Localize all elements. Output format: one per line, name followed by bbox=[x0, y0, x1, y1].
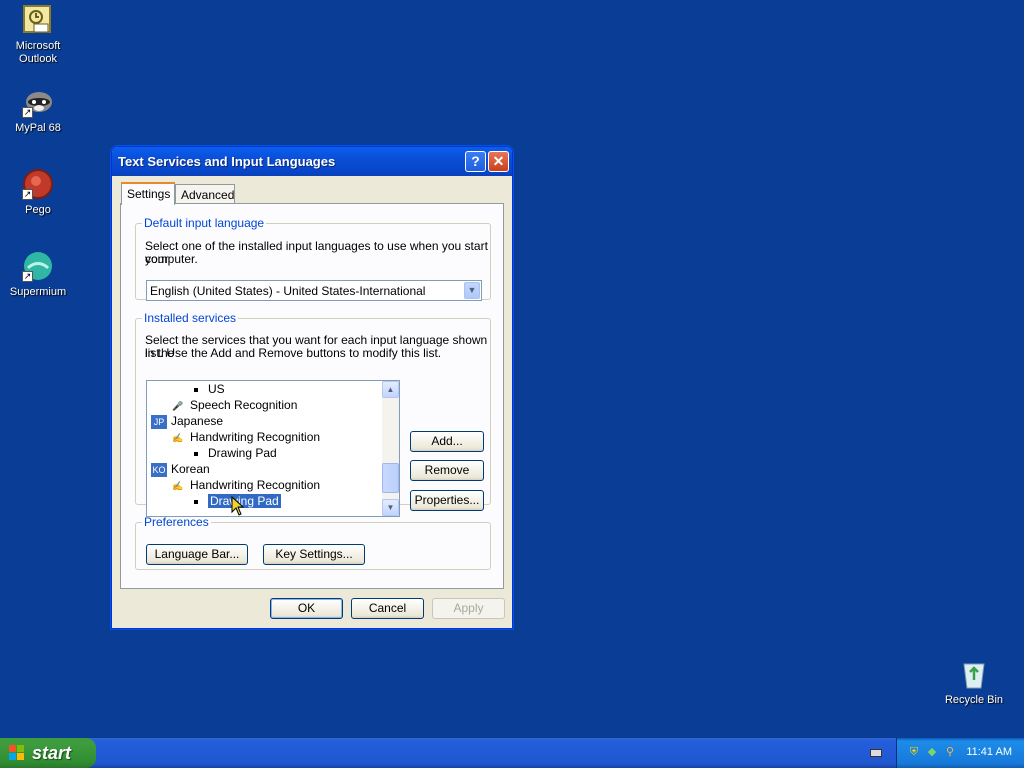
language-badge-jp: JP bbox=[151, 414, 167, 429]
default-language-dropdown[interactable]: English (United States) - United States-… bbox=[146, 280, 482, 301]
start-button[interactable]: start bbox=[0, 738, 96, 768]
list-item[interactable]: ✍ Handwriting Recognition bbox=[170, 477, 320, 493]
desktop-icon-recycle-bin[interactable]: Recycle Bin bbox=[936, 658, 1012, 707]
tab-settings[interactable]: Settings bbox=[121, 182, 175, 205]
installed-services-description-line2: list. Use the Add and Remove buttons to … bbox=[145, 346, 442, 360]
start-label: start bbox=[32, 743, 72, 763]
desktop-icon-supermium[interactable]: ↗ Supermium bbox=[0, 250, 76, 299]
help-button[interactable]: ? bbox=[465, 151, 486, 172]
desktop-icon-label: Supermium bbox=[9, 286, 67, 298]
bullet-icon bbox=[194, 451, 198, 456]
keyboard-language-icon[interactable] bbox=[870, 749, 882, 757]
language-bar-button[interactable]: Language Bar... bbox=[146, 544, 248, 565]
mypal-raccoon-icon: ↗ bbox=[22, 86, 54, 118]
text-services-dialog: Text Services and Input Languages ? ✕ Se… bbox=[111, 146, 513, 629]
recycle-bin-icon bbox=[958, 658, 990, 690]
pen-icon: ✍ bbox=[172, 480, 184, 491]
key-settings-button[interactable]: Key Settings... bbox=[263, 544, 365, 565]
scroll-up-icon[interactable]: ▲ bbox=[382, 381, 399, 398]
default-language-legend: Default input language bbox=[144, 216, 265, 230]
list-item[interactable]: Drawing Pad bbox=[194, 445, 277, 461]
scroll-thumb[interactable] bbox=[382, 463, 399, 493]
desktop-icon-mypal[interactable]: ↗ MyPal 68 bbox=[0, 86, 76, 135]
list-item-label: Korean bbox=[171, 462, 210, 476]
bullet-icon bbox=[194, 499, 198, 504]
installed-services-group: Installed services Select the services t… bbox=[135, 311, 491, 517]
shortcut-arrow-icon: ↗ bbox=[22, 271, 33, 282]
cancel-button[interactable]: Cancel bbox=[351, 598, 424, 619]
outlook-icon bbox=[22, 4, 54, 36]
dialog-body: Settings Advanced Default input language… bbox=[115, 176, 509, 625]
taskbar: start ⛨ ◆ ⚲ 11:41 AM bbox=[0, 738, 1024, 768]
add-button[interactable]: Add... bbox=[410, 431, 484, 452]
security-shield-icon[interactable]: ⛨ bbox=[907, 745, 921, 759]
shortcut-arrow-icon: ↗ bbox=[22, 189, 33, 200]
pego-icon: ↗ bbox=[22, 168, 54, 200]
installed-services-legend: Installed services bbox=[144, 311, 237, 325]
preferences-group: Preferences Language Bar... Key Settings… bbox=[135, 515, 491, 570]
desktop-icon-label: Recycle Bin bbox=[944, 694, 1004, 706]
search-icon[interactable]: ⚲ bbox=[943, 745, 957, 759]
desktop-icon-label: Pego bbox=[25, 204, 51, 216]
properties-button[interactable]: Properties... bbox=[410, 490, 484, 511]
ok-button[interactable]: OK bbox=[270, 598, 343, 619]
list-item[interactable]: KO Korean bbox=[151, 461, 210, 477]
remove-button[interactable]: Remove bbox=[410, 460, 484, 481]
language-badge-ko: KO bbox=[151, 462, 167, 477]
supermium-icon: ↗ bbox=[22, 250, 54, 282]
system-tray: ⛨ ◆ ⚲ 11:41 AM bbox=[896, 738, 1024, 768]
list-item-label: Handwriting Recognition bbox=[190, 430, 321, 444]
chevron-down-icon[interactable]: ▼ bbox=[464, 282, 480, 299]
list-item[interactable]: US bbox=[194, 381, 225, 397]
default-language-description-line2: computer. bbox=[145, 252, 198, 266]
dialog-titlebar[interactable]: Text Services and Input Languages ? ✕ bbox=[112, 147, 512, 176]
default-language-value: English (United States) - United States-… bbox=[150, 284, 426, 298]
clock[interactable]: 11:41 AM bbox=[966, 746, 1012, 758]
list-item-label: Speech Recognition bbox=[190, 398, 298, 412]
list-item[interactable]: 🎤 Speech Recognition bbox=[170, 397, 297, 413]
mouse-cursor-icon bbox=[231, 496, 245, 516]
desktop-icon-label: Microsoft Outlook bbox=[15, 40, 61, 65]
pen-icon: ✍ bbox=[172, 432, 184, 443]
desktop-icon-pego[interactable]: ↗ Pego bbox=[0, 168, 76, 217]
preferences-legend: Preferences bbox=[144, 515, 209, 529]
settings-panel: Default input language Select one of the… bbox=[120, 203, 504, 589]
network-icon[interactable]: ◆ bbox=[925, 745, 939, 759]
desktop-icon-outlook[interactable]: Microsoft Outlook bbox=[0, 4, 76, 66]
desktop-icon-label: MyPal 68 bbox=[15, 122, 61, 134]
installed-services-list[interactable]: US 🎤 Speech Recognition JP Japanese ✍ Handw… bbox=[146, 380, 400, 517]
microphone-icon: 🎤 bbox=[172, 400, 184, 411]
windows-logo-icon bbox=[9, 745, 26, 761]
list-scrollbar[interactable]: ▲ ▼ bbox=[382, 381, 399, 516]
list-item[interactable]: ✍ Handwriting Recognition bbox=[170, 429, 320, 445]
bullet-icon bbox=[194, 387, 198, 392]
dialog-title: Text Services and Input Languages bbox=[118, 154, 336, 169]
list-item[interactable]: JP Japanese bbox=[151, 413, 223, 429]
shortcut-arrow-icon: ↗ bbox=[22, 107, 33, 118]
default-language-group: Default input language Select one of the… bbox=[135, 216, 491, 301]
scroll-down-icon[interactable]: ▼ bbox=[382, 499, 399, 516]
tab-advanced[interactable]: Advanced bbox=[175, 184, 235, 204]
close-button[interactable]: ✕ bbox=[488, 151, 509, 172]
list-item-label: US bbox=[208, 382, 225, 396]
list-item-label: Drawing Pad bbox=[208, 446, 277, 460]
list-item-label: Japanese bbox=[171, 414, 224, 428]
apply-button[interactable]: Apply bbox=[432, 598, 505, 619]
list-item-label: Handwriting Recognition bbox=[190, 478, 321, 492]
